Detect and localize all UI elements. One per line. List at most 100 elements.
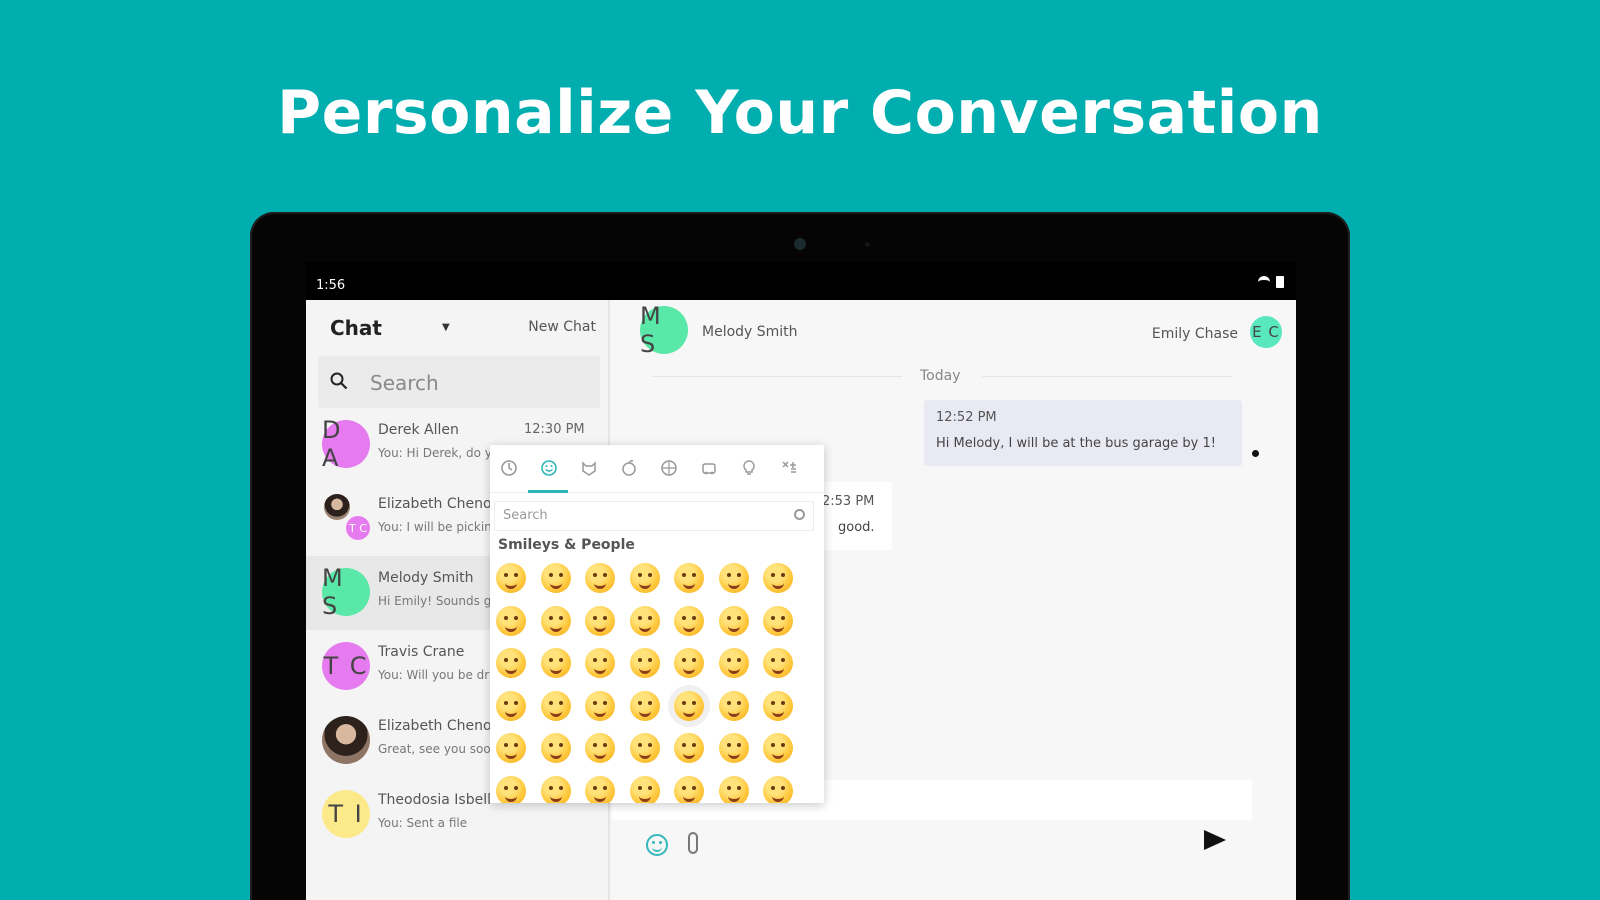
conversation-search-input[interactable]: Search	[318, 356, 600, 408]
status-time: 1:56	[316, 278, 346, 293]
avatar: M S	[322, 564, 370, 620]
chat-dropdown-chevron-icon[interactable]: ▼	[442, 322, 450, 333]
object-icon[interactable]	[736, 455, 762, 481]
contact-name[interactable]: Melody Smith	[702, 324, 798, 340]
food-icon[interactable]	[616, 455, 642, 481]
emoji-smiley-icon[interactable]	[496, 775, 526, 803]
avatar: T C	[322, 642, 370, 690]
conversation-preview: You: Hi Derek, do y	[378, 446, 492, 460]
emoji-smiley-icon[interactable]	[674, 648, 704, 678]
emoji-smiley-icon[interactable]	[763, 563, 793, 593]
chat-title: Chat	[330, 316, 382, 340]
emoji-smiley-icon[interactable]	[585, 775, 615, 803]
emoji-smiley-icon[interactable]	[585, 690, 615, 721]
emoji-smiley-icon[interactable]	[763, 733, 793, 763]
emoji-smiley-icon[interactable]	[763, 605, 793, 636]
new-chat-button[interactable]: New Chat	[528, 319, 596, 335]
conversation-preview: You: Will you be dr	[378, 668, 490, 682]
emoji-smiley-icon[interactable]	[763, 648, 793, 678]
emoji-search-input[interactable]: Search	[494, 501, 814, 531]
emoji-picker: Search Smileys & People	[490, 445, 824, 803]
emoji-smiley-icon[interactable]	[674, 690, 704, 721]
emoji-smiley-icon[interactable]	[718, 690, 749, 721]
emoji-smiley-icon[interactable]	[718, 775, 749, 803]
emoji-smiley-icon[interactable]	[585, 563, 615, 593]
emoji-smiley-icon[interactable]	[540, 648, 571, 678]
message-time: 2:53 PM	[822, 494, 875, 509]
message-text: Hi Melody, I will be at the bus garage b…	[936, 436, 1216, 451]
recent-icon[interactable]	[496, 455, 522, 481]
message-time: 12:52 PM	[936, 410, 997, 425]
date-divider-line	[982, 376, 1232, 377]
emoji-smiley-icon[interactable]	[718, 563, 749, 593]
avatar-photo	[324, 494, 350, 520]
conversation-name: Elizabeth Cheno	[378, 496, 492, 512]
emoji-smiley-icon[interactable]	[629, 690, 660, 721]
emoji-smiley-icon[interactable]	[718, 733, 749, 763]
send-icon[interactable]	[1204, 830, 1226, 850]
conversation-preview: Great, see you soo	[378, 742, 491, 756]
sensor-icon	[865, 242, 870, 247]
conversation-time: 12:30 PM	[524, 422, 585, 437]
battery-icon	[1276, 276, 1284, 288]
avatar-photo	[322, 716, 370, 764]
status-icons	[1258, 276, 1284, 288]
emoji-smiley-icon[interactable]	[496, 648, 526, 678]
active-tab-indicator	[528, 490, 568, 493]
message-text: good.	[838, 520, 875, 535]
conversation-name: Theodosia Isbell	[378, 792, 491, 808]
conversation-preview: Hi Emily! Sounds g	[378, 594, 492, 608]
status-bar: 1:56	[306, 262, 1296, 300]
smiley-icon[interactable]	[536, 455, 562, 481]
emoji-smiley-icon[interactable]	[763, 690, 793, 721]
conversation-name: Travis Crane	[378, 644, 465, 660]
travel-icon[interactable]	[696, 455, 722, 481]
emoji-smiley-icon[interactable]	[629, 733, 660, 763]
camera-icon	[794, 238, 806, 250]
conversation-preview: You: Sent a file	[378, 816, 468, 830]
wifi-icon	[1258, 276, 1270, 286]
emoji-smiley-icon[interactable]	[540, 775, 571, 803]
emoji-smiley-icon[interactable]	[629, 605, 660, 636]
emoji-smiley-icon[interactable]	[674, 605, 704, 636]
conversation-preview: You: I will be pickin	[378, 520, 492, 534]
emoji-smiley-icon[interactable]	[674, 563, 704, 593]
conversation-name: Elizabeth Cheno	[378, 718, 492, 734]
conversation-name: Derek Allen	[378, 422, 459, 438]
user-avatar[interactable]: E C	[1250, 316, 1282, 348]
emoji-smiley-icon[interactable]	[496, 733, 526, 763]
emoji-smiley-icon[interactable]	[629, 648, 660, 678]
emoji-smiley-icon[interactable]	[629, 563, 660, 593]
emoji-smiley-icon[interactable]	[496, 605, 526, 636]
avatar: T C	[346, 516, 370, 540]
emoji-smiley-icon[interactable]	[585, 648, 615, 678]
headline: Personalize Your Conversation	[277, 78, 1323, 148]
emoji-button-icon[interactable]	[646, 834, 668, 856]
search-icon	[330, 372, 348, 390]
outgoing-message[interactable]: 12:52 PM Hi Melody, I will be at the bus…	[924, 400, 1242, 466]
emoji-search-placeholder: Search	[503, 508, 548, 523]
emoji-smiley-icon[interactable]	[585, 733, 615, 763]
emoji-smiley-icon[interactable]	[540, 563, 571, 593]
emoji-smiley-icon[interactable]	[496, 690, 526, 721]
avatar: T I	[322, 790, 370, 838]
emoji-smiley-icon[interactable]	[629, 775, 660, 803]
conversation-header: Chat ▼ New Chat	[306, 300, 610, 356]
activity-icon[interactable]	[656, 455, 682, 481]
attachment-icon[interactable]	[688, 832, 698, 854]
search-placeholder: Search	[370, 371, 439, 395]
emoji-smiley-icon[interactable]	[674, 733, 704, 763]
emoji-smiley-icon[interactable]	[763, 775, 793, 803]
emoji-smiley-icon[interactable]	[540, 733, 571, 763]
emoji-smiley-icon[interactable]	[585, 605, 615, 636]
emoji-smiley-icon[interactable]	[718, 648, 749, 678]
emoji-smiley-icon[interactable]	[540, 605, 571, 636]
emoji-smiley-icon[interactable]	[718, 605, 749, 636]
emoji-smiley-icon[interactable]	[540, 690, 571, 721]
contact-avatar[interactable]: M S	[640, 302, 688, 358]
symbol-icon[interactable]	[776, 455, 802, 481]
animal-icon[interactable]	[576, 455, 602, 481]
read-receipt-icon	[1252, 450, 1259, 457]
emoji-smiley-icon[interactable]	[496, 563, 526, 593]
emoji-smiley-icon[interactable]	[674, 775, 704, 803]
